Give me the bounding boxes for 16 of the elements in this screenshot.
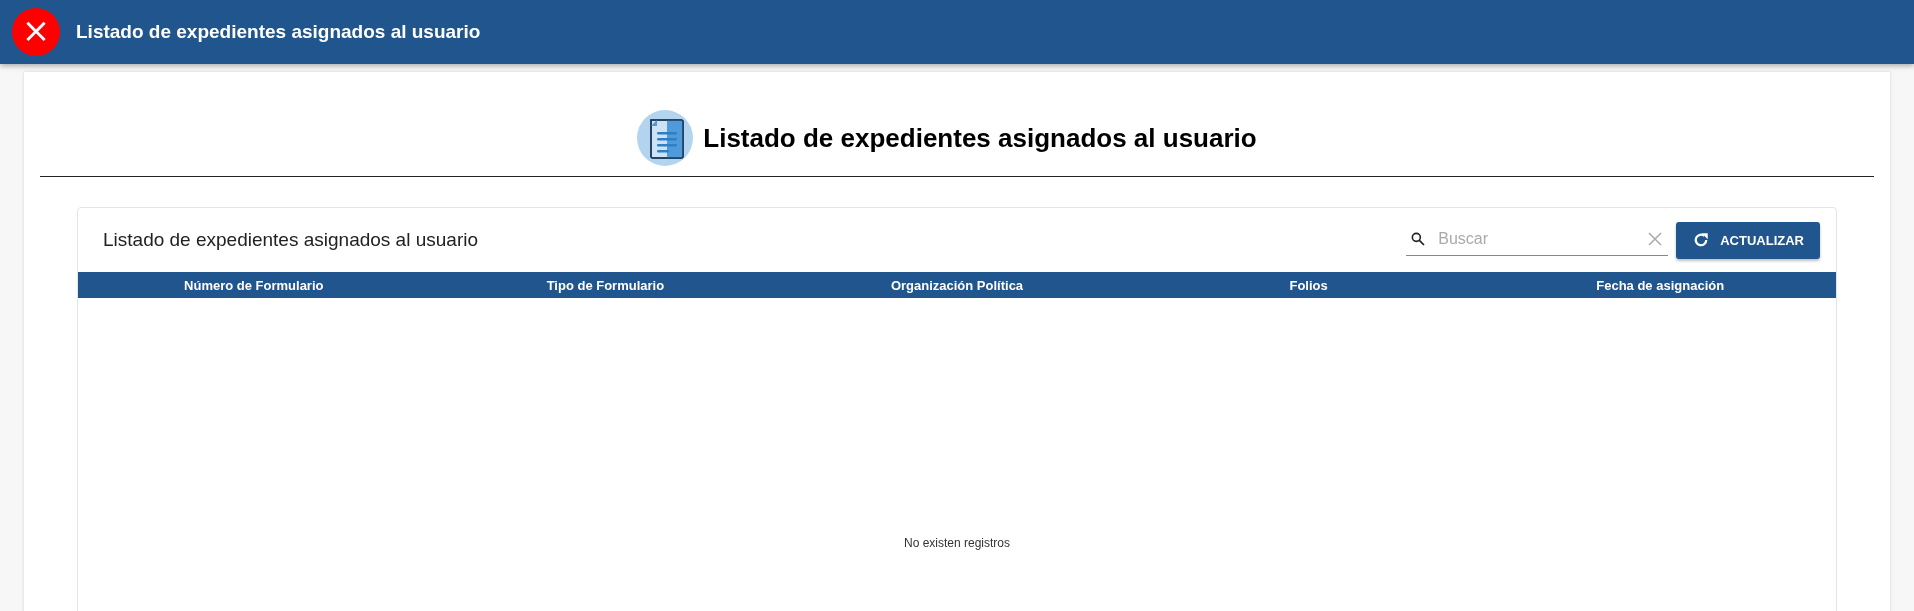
refresh-icon	[1692, 231, 1711, 249]
empty-message: No existen registros	[903, 536, 1010, 550]
column-header: Tipo de Formulario	[546, 277, 665, 293]
refresh-button[interactable]: ACTUALIZAR	[1676, 221, 1820, 259]
page-title: Listado de expedientes asignados al usuario	[703, 122, 1257, 154]
search-bar[interactable]: Buscar	[1406, 224, 1669, 256]
search-icon	[1410, 230, 1427, 247]
card-title: Listado de expedientes asignados al usuario	[103, 229, 478, 251]
document-icon	[637, 110, 694, 166]
column-header: Número de Formulario	[184, 277, 324, 293]
column-header: Folios	[1289, 277, 1328, 293]
close-button[interactable]: ×	[12, 8, 60, 56]
column-header: Organización Política	[890, 277, 1024, 293]
clear-icon[interactable]	[1648, 231, 1663, 246]
column-header: Fecha de asignación	[1596, 277, 1725, 293]
app-bar-title: Listado de expedientes asignados al usuario	[76, 21, 481, 43]
